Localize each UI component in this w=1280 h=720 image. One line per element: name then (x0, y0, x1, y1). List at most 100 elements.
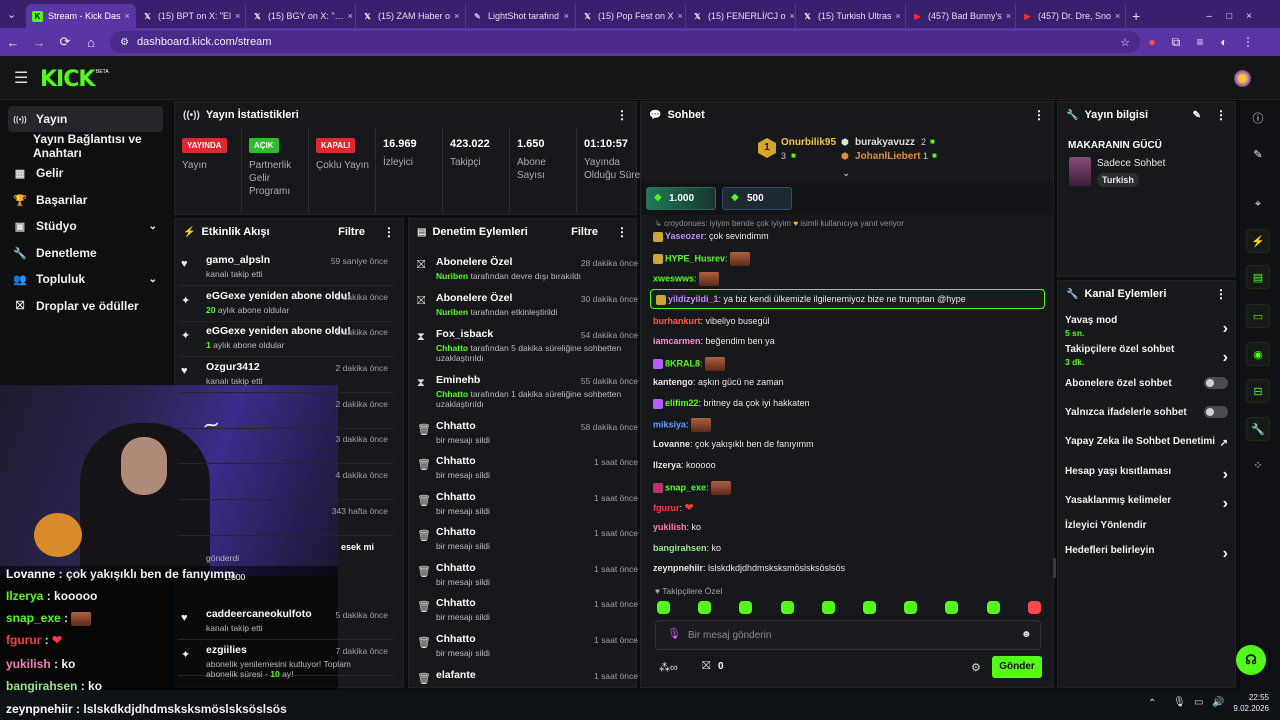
browser-tab-5[interactable]: ✎ LightShot tarafınd × (466, 4, 576, 28)
activity-filter-button[interactable]: Filtre (338, 226, 365, 238)
moderation-title[interactable]: Fox_isback (436, 328, 493, 340)
microphone-icon[interactable]: 🎙 (667, 627, 681, 640)
moderation-filter-button[interactable]: Filtre (571, 226, 598, 238)
quick-emote-icon[interactable] (986, 601, 1000, 614)
emoji-picker-icon[interactable]: ☻ (1021, 629, 1032, 640)
chat-username[interactable]: Yaseozer (665, 231, 704, 241)
chat-username[interactable]: burhankurt (653, 316, 701, 326)
channel-action-1[interactable]: Yavaş mod 5 sn. › (1065, 315, 1228, 338)
chat-username[interactable]: HYPE_Husrev (665, 253, 725, 263)
chat-username[interactable]: yukilish (653, 522, 687, 532)
close-tab-icon[interactable]: × (121, 11, 130, 21)
tray-chevron-icon[interactable]: ⌃ (1148, 698, 1156, 709)
gift-icon[interactable]: ⛝ (702, 660, 710, 673)
quick-emote-icon[interactable] (739, 601, 753, 614)
kick-logo[interactable]: KICK (40, 67, 95, 92)
nav-item-3[interactable]: ▦ Gelir (8, 160, 163, 186)
leader-name-3[interactable]: JohanlLiebert (855, 151, 921, 162)
quick-emote-icon[interactable] (698, 601, 712, 614)
close-tab-icon[interactable]: × (1002, 11, 1011, 21)
send-button[interactable]: Gönder (992, 656, 1042, 678)
activity-name[interactable]: gamo_alpsln (206, 254, 270, 266)
activity-menu-icon[interactable]: ⋮ (383, 225, 395, 239)
category-thumbnail[interactable] (1069, 157, 1091, 186)
chat-username[interactable]: Ilzerya (653, 460, 681, 470)
channel-action-9[interactable]: Hedefleri belirleyin › (1065, 545, 1228, 562)
info-menu-icon[interactable]: ⋮ (1215, 108, 1227, 122)
chat-menu-icon[interactable]: ⋮ (1033, 108, 1045, 122)
close-tab-icon[interactable]: × (344, 11, 353, 21)
nav-item-6[interactable]: 🔧 Denetleme (8, 240, 163, 266)
chevron-down-icon[interactable]: ⌄ (149, 274, 157, 285)
moderation-title[interactable]: Eminehb (436, 374, 480, 386)
new-tab-button[interactable]: + (1132, 8, 1140, 24)
moderation-title[interactable]: Abonelere Özel (436, 256, 512, 268)
reload-icon[interactable]: ⟳ (52, 34, 78, 50)
browser-tab-2[interactable]: 𝕏 (15) BPT on X: "El × (136, 4, 246, 28)
clock-time[interactable]: 22:55 (1233, 693, 1269, 702)
stats-menu-icon[interactable]: ⋮ (616, 108, 628, 122)
quick-emote-icon[interactable] (821, 601, 835, 614)
activity-name[interactable]: ezgiilies (206, 644, 247, 656)
chat-settings-gear-icon[interactable]: ⚙ (971, 661, 981, 674)
category-name[interactable]: Sadece Sohbet (1097, 158, 1165, 169)
moderation-title[interactable]: Chhatto (436, 491, 476, 503)
moderation-title[interactable]: Chhatto (436, 633, 476, 645)
url-field[interactable]: ⚙ dashboard.kick.com/stream ☆ (110, 31, 1140, 53)
nav-item-4[interactable]: 🏆 Başarılar (8, 187, 163, 213)
channel-actions-menu-icon[interactable]: ⋮ (1215, 287, 1227, 301)
browser-tab-9[interactable]: ▶ (457) Bad Bunny's × (906, 4, 1016, 28)
chat-username[interactable]: snap_exe (665, 482, 706, 492)
browser-tab-7[interactable]: 𝕏 (15) FENERLİ/CJ o × (686, 4, 796, 28)
edit-pencil-icon[interactable]: ✎ (1193, 110, 1201, 121)
microphone-tray-icon[interactable]: 🎙 (1173, 697, 1186, 708)
window-controls[interactable]: –□× (1207, 11, 1266, 22)
leader-name-2[interactable]: burakyavuzz (855, 137, 915, 148)
moderator-name[interactable]: Chhatto (436, 343, 468, 353)
channel-action-3[interactable]: Abonelere özel sohbet (1065, 377, 1228, 389)
quick-emote-icon[interactable] (945, 601, 959, 614)
language-tag[interactable]: Turkish (1097, 173, 1139, 187)
close-tab-icon[interactable]: × (892, 11, 901, 21)
lightning-icon[interactable]: ⚡ (1246, 229, 1270, 253)
chevron-right-icon[interactable]: › (1223, 349, 1228, 367)
nav-item-7[interactable]: 👥 Topluluk ⌄ (8, 266, 163, 292)
home-icon[interactable]: ⌂ (78, 35, 104, 50)
chat-username[interactable]: yildizyildi_1 (668, 294, 719, 304)
close-tab-icon[interactable]: × (786, 11, 795, 21)
browser-tab-8[interactable]: 𝕏 (15) Turkish Ultras × (796, 4, 906, 28)
forward-icon[interactable]: → (26, 35, 52, 50)
info-icon[interactable]: ⓘ (1246, 106, 1270, 130)
site-info-icon[interactable]: ⚙ (120, 37, 129, 48)
quick-emote-icon[interactable] (1027, 601, 1041, 614)
channel-action-2[interactable]: Takipçilere özel sohbet 3 dk. › (1065, 344, 1228, 367)
chat-username[interactable]: xweswws (653, 273, 694, 283)
chat-bubble-icon[interactable]: ▭ (1246, 304, 1270, 328)
channel-action-6[interactable]: Hesap yaşı kısıtlaması › (1065, 466, 1228, 483)
target-icon[interactable]: ⌖ (1246, 192, 1270, 216)
moderation-title[interactable]: Chhatto (436, 597, 476, 609)
nav-item-5[interactable]: ▣ Stüdyo ⌄ (8, 213, 163, 239)
moderation-title[interactable]: Chhatto (436, 562, 476, 574)
close-tab-icon[interactable]: × (1111, 11, 1120, 21)
activity-name[interactable]: eGGexe yeniden abone oldu! (206, 325, 351, 337)
bookmark-star-icon[interactable]: ☆ (1120, 36, 1130, 49)
moderation-title[interactable]: elafante (436, 669, 476, 681)
moderation-title[interactable]: Abonelere Özel (436, 292, 512, 304)
nav-item-8[interactable]: ⛝ Droplar ve ödüller (8, 293, 163, 319)
close-tab-icon[interactable]: × (560, 11, 569, 21)
chat-username[interactable]: Lovanne (653, 439, 690, 449)
chevron-down-icon[interactable]: ⌄ (149, 221, 157, 232)
chat-username[interactable]: kantengo (653, 377, 693, 387)
media-queue-icon[interactable]: ≡ (1188, 35, 1212, 49)
browser-tab-3[interactable]: 𝕏 (15) BGY on X: "… × (246, 4, 356, 28)
channel-action-7[interactable]: Yasaklanmış kelimeler › (1065, 495, 1228, 512)
hamburger-menu-icon[interactable]: ☰ (14, 68, 28, 88)
extensions-puzzle-icon[interactable]: ⧉ (1164, 35, 1188, 50)
toggle-switch[interactable] (1204, 406, 1228, 418)
browser-tab-10[interactable]: ▶ (457) Dr. Dre, Sno × (1016, 4, 1126, 28)
chat-scrollbar[interactable] (1053, 558, 1056, 578)
layout-icon[interactable]: ⊟ (1246, 379, 1270, 403)
activity-name[interactable]: Ozgur3412 (206, 361, 260, 373)
profile-avatar-icon[interactable]: ◐ (1212, 35, 1236, 49)
